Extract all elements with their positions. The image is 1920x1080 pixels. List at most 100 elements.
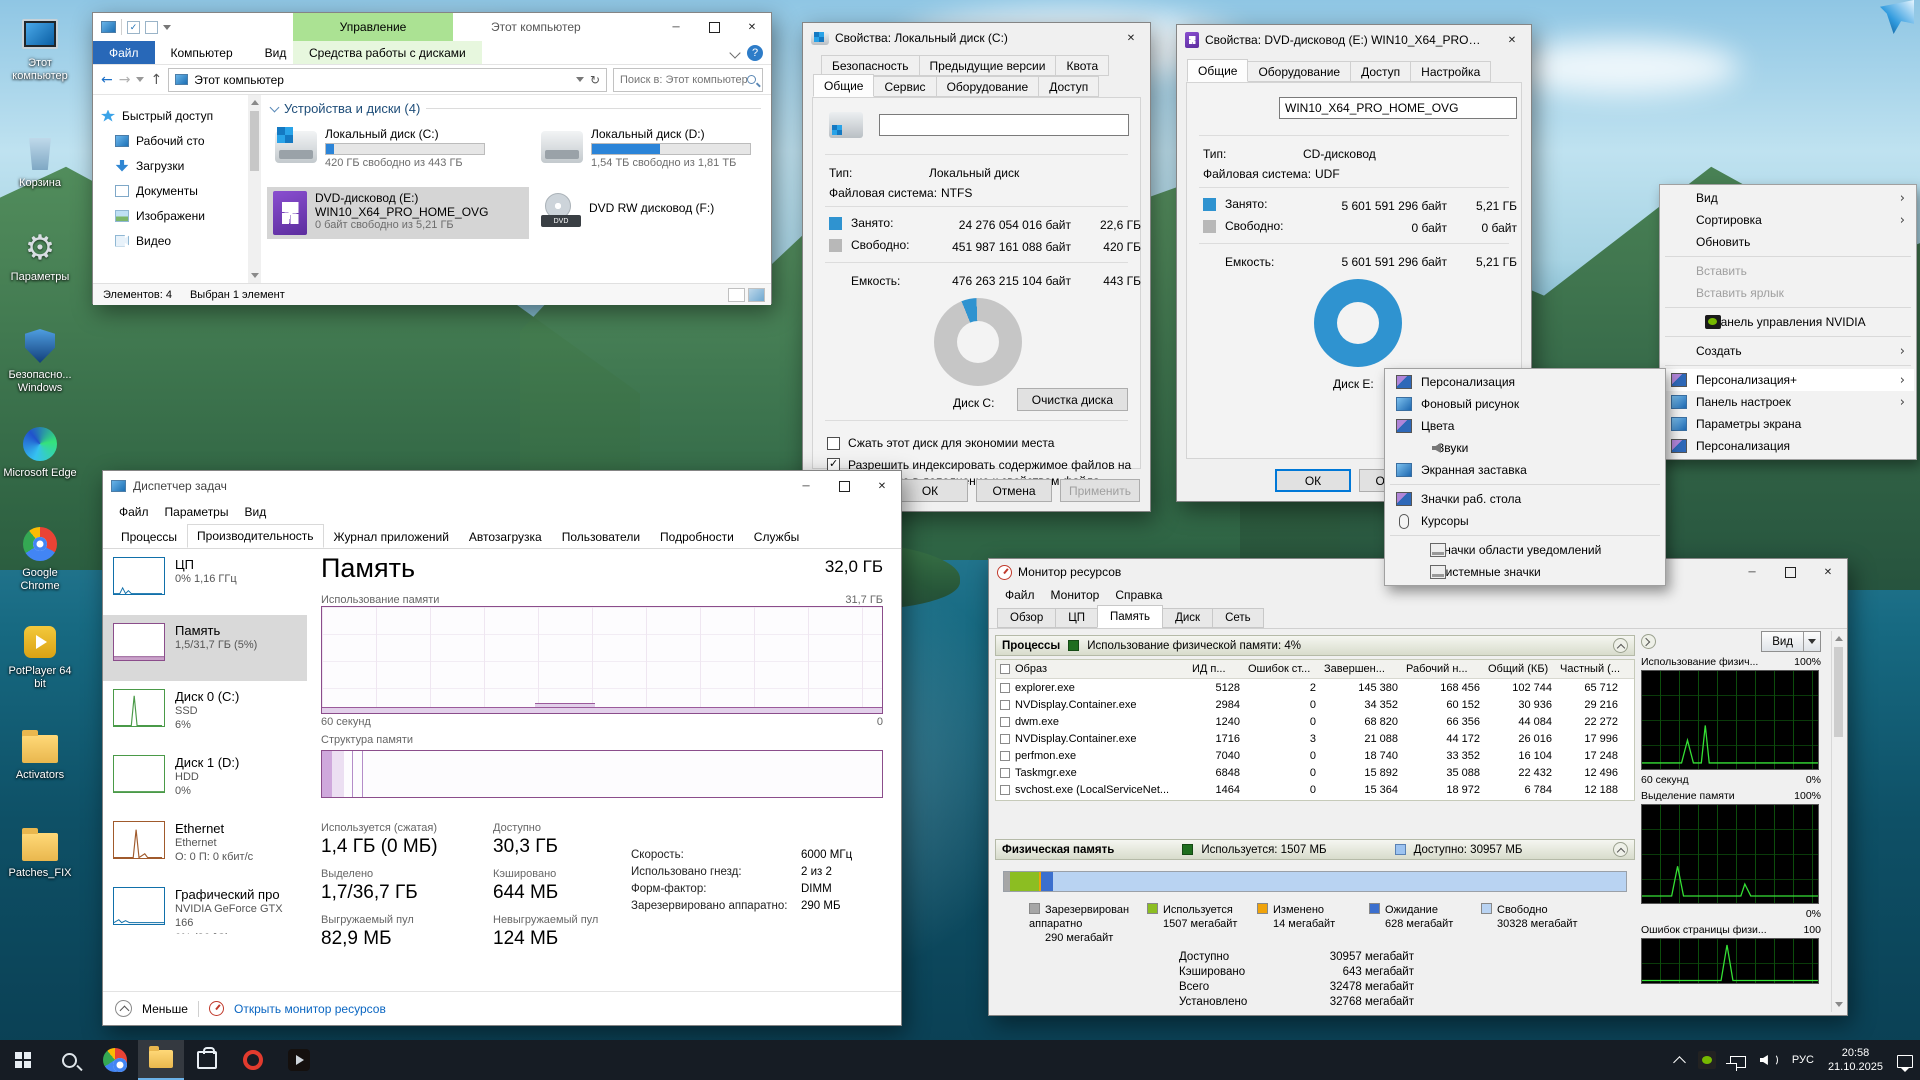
desktop-icon-chrome[interactable]: Google Chrome xyxy=(2,524,78,593)
tab-security[interactable]: Безопасность xyxy=(821,55,920,76)
table-row[interactable]: svchost.exe (LocalServiceNet... 1464 0 1… xyxy=(996,781,1634,798)
row-checkbox[interactable] xyxy=(1000,785,1010,795)
ribbon-tab-computer[interactable]: Компьютер xyxy=(155,41,249,64)
menu-item-create[interactable]: Создать› xyxy=(1662,340,1914,362)
tab-users[interactable]: Пользователи xyxy=(552,526,650,548)
tab-memory[interactable]: Память xyxy=(1097,605,1163,628)
nav-pictures[interactable]: Изображени xyxy=(136,209,205,223)
thumbnail-view-button[interactable] xyxy=(748,288,765,302)
refresh-icon[interactable]: ↻ xyxy=(590,73,600,87)
taskbar-chrome-button[interactable] xyxy=(92,1040,138,1080)
dialog-titlebar[interactable]: Свойства: Локальный диск (C:) xyxy=(803,23,1150,53)
submenu-item-desktop-icons[interactable]: Значки раб. стола xyxy=(1387,488,1663,510)
desktop-icon-edge[interactable]: Microsoft Edge xyxy=(2,424,78,480)
minimize-button[interactable] xyxy=(657,13,695,41)
dialog-titlebar[interactable]: Свойства: DVD-дисковод (E:) WIN10_X64_PR… xyxy=(1177,25,1531,55)
table-row[interactable]: dwm.exe 1240 0 68 820 66 356 44 084 22 2… xyxy=(996,713,1634,730)
explorer-titlebar[interactable]: ✓ Управление Этот компьютер xyxy=(93,13,771,41)
table-row[interactable]: NVDisplay.Container.exe 1716 3 21 088 44… xyxy=(996,730,1634,747)
sidebar-item-cpu[interactable]: ЦП0% 1,16 ГГц xyxy=(103,549,307,615)
menu-file[interactable]: Файл xyxy=(997,588,1043,602)
row-checkbox[interactable] xyxy=(1000,734,1010,744)
ok-button[interactable]: ОК xyxy=(1275,469,1351,492)
sidebar-item-disk1[interactable]: Диск 1 (D:)HDD 0% xyxy=(103,747,307,813)
panel-expand-icon[interactable] xyxy=(1641,634,1656,649)
row-checkbox[interactable] xyxy=(1000,717,1010,727)
nav-quick-access[interactable]: Быстрый доступ xyxy=(122,109,213,123)
menu-item-paste-shortcut[interactable]: Вставить ярлык xyxy=(1662,282,1914,304)
maximize-button[interactable] xyxy=(1771,559,1809,585)
tab-general[interactable]: Общие xyxy=(813,74,874,97)
desktop-icon-windows-security[interactable]: Безопасно... Windows xyxy=(2,326,78,395)
select-all-checkbox[interactable] xyxy=(1000,664,1010,674)
tab-details[interactable]: Подробности xyxy=(650,526,744,548)
taskbar-opera-button[interactable] xyxy=(230,1040,276,1080)
table-row[interactable]: perfmon.exe 7040 0 18 740 33 352 16 104 … xyxy=(996,747,1634,764)
tab-sharing[interactable]: Доступ xyxy=(1350,61,1411,82)
menu-item-view[interactable]: Вид› xyxy=(1662,187,1914,209)
desktop-icon-potplayer[interactable]: PotPlayer 64 bit xyxy=(2,622,78,691)
ribbon-tab-file[interactable]: Файл xyxy=(93,41,155,64)
sidebar-item-disk0[interactable]: Диск 0 (C:)SSD 6% xyxy=(103,681,307,747)
close-button[interactable] xyxy=(1112,23,1150,53)
submenu-item-personalization[interactable]: Персонализация xyxy=(1387,371,1663,393)
taskman-titlebar[interactable]: Диспетчер задач xyxy=(103,471,901,501)
tab-performance[interactable]: Производительность xyxy=(187,524,323,548)
less-details-button[interactable]: Меньше xyxy=(142,1002,188,1016)
nav-documents[interactable]: Документы xyxy=(136,184,198,198)
minimize-button[interactable] xyxy=(787,471,825,501)
tray-clock[interactable]: 20:58 21.10.2025 xyxy=(1821,1040,1890,1080)
start-button[interactable] xyxy=(0,1040,46,1080)
processes-section-header[interactable]: Процессы Использование физической памяти… xyxy=(995,635,1635,656)
tab-general[interactable]: Общие xyxy=(1187,59,1248,82)
scroll-down-icon[interactable] xyxy=(251,273,259,278)
maximize-button[interactable] xyxy=(825,471,863,501)
tray-language-indicator[interactable]: РУС xyxy=(1785,1040,1821,1080)
tray-nvidia-icon[interactable] xyxy=(1691,1040,1723,1080)
menu-item-sort[interactable]: Сортировка› xyxy=(1662,209,1914,231)
up-button[interactable]: ↑ xyxy=(150,72,162,88)
tab-services[interactable]: Службы xyxy=(744,526,809,548)
menu-item-display-settings[interactable]: Параметры экрана xyxy=(1662,413,1914,435)
row-checkbox[interactable] xyxy=(1000,700,1010,710)
menu-options[interactable]: Параметры xyxy=(157,505,237,519)
table-row[interactable]: explorer.exe 5128 2 145 380 168 456 102 … xyxy=(996,679,1634,696)
scrollbar-thumb[interactable] xyxy=(1834,647,1843,737)
submenu-item-cursors[interactable]: Курсоры xyxy=(1387,510,1663,532)
menu-item-nvidia-panel[interactable]: Панель управления NVIDIA xyxy=(1662,311,1914,333)
taskbar-store-button[interactable] xyxy=(184,1040,230,1080)
menu-item-refresh[interactable]: Обновить xyxy=(1662,231,1914,253)
taskbar-search-button[interactable] xyxy=(46,1040,92,1080)
taskbar-explorer-button[interactable] xyxy=(138,1040,184,1080)
manage-contextual-tab[interactable]: Управление xyxy=(293,13,453,41)
window-scrollbar[interactable] xyxy=(1831,631,1845,1012)
collapse-chevron-icon[interactable] xyxy=(1613,638,1628,653)
new-folder-quick-icon[interactable] xyxy=(145,21,158,34)
taskbar-media-player-button[interactable] xyxy=(276,1040,322,1080)
row-checkbox[interactable] xyxy=(1000,683,1010,693)
tab-service[interactable]: Сервис xyxy=(873,76,936,97)
menu-monitor[interactable]: Монитор xyxy=(1043,588,1108,602)
submenu-item-notification-icons[interactable]: Значки области уведомлений xyxy=(1387,539,1663,561)
address-bar[interactable]: Этот компьютер ↻ xyxy=(168,68,607,92)
tab-cpu[interactable]: ЦП xyxy=(1055,608,1098,628)
tab-sharing[interactable]: Доступ xyxy=(1038,76,1099,97)
cancel-button[interactable]: Отмена xyxy=(976,479,1052,502)
minimize-button[interactable] xyxy=(1733,559,1771,585)
apply-button[interactable]: Применить xyxy=(1060,479,1140,502)
tab-customize[interactable]: Настройка xyxy=(1410,61,1491,82)
back-button[interactable]: ← xyxy=(101,72,113,88)
volume-label-input[interactable] xyxy=(879,114,1129,136)
tab-hardware[interactable]: Оборудование xyxy=(936,76,1040,97)
drive-item-e-selected[interactable]: DVD-дисковод (E:) WIN10_X64_PRO_HOME_OVG… xyxy=(267,187,529,239)
qat-customize-icon[interactable] xyxy=(163,25,171,30)
physical-memory-section-header[interactable]: Физическая память Используется: 1507 МБ … xyxy=(995,839,1635,860)
collapse-chevron-icon[interactable] xyxy=(270,102,280,112)
collapse-circle-icon[interactable] xyxy=(115,1000,132,1017)
menu-view[interactable]: Вид xyxy=(236,505,274,519)
row-checkbox[interactable] xyxy=(1000,751,1010,761)
sidebar-item-ethernet[interactable]: EthernetEthernet О: 0 П: 0 кбит/с xyxy=(103,813,307,879)
ribbon-collapse-icon[interactable] xyxy=(729,47,740,58)
submenu-item-sounds[interactable]: Звуки xyxy=(1387,437,1663,459)
menu-item-settings-panel[interactable]: Панель настроек› xyxy=(1662,391,1914,413)
